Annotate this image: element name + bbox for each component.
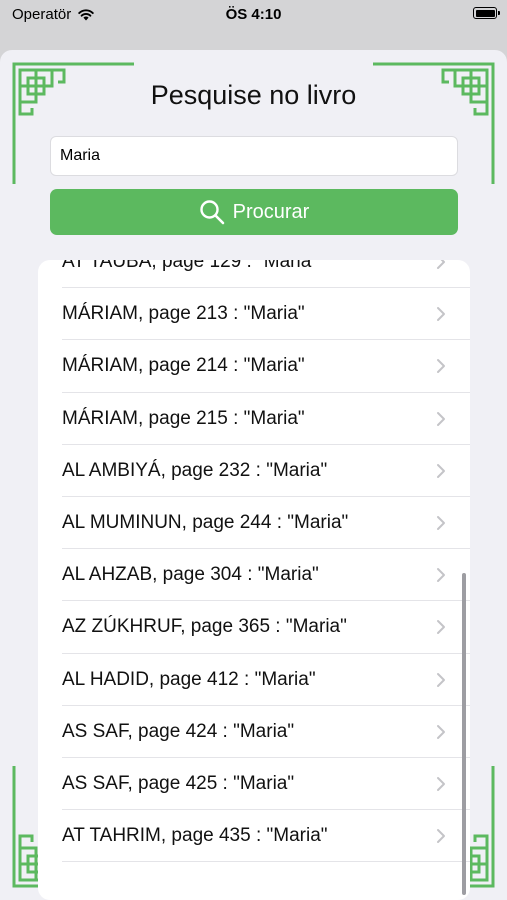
scrollbar[interactable] [462, 573, 466, 895]
chevron-right-icon [437, 672, 445, 687]
search-button[interactable]: Procurar [50, 189, 458, 235]
list-item-label: AT TAHRIM, page 435 : "Maria" [62, 825, 328, 847]
chevron-right-icon [437, 724, 445, 739]
search-sheet: Pesquise no livro Procurar AT TAUBA, pag… [0, 50, 507, 900]
chevron-right-icon [437, 568, 445, 583]
chevron-right-icon [437, 620, 445, 635]
list-item[interactable]: AL AMBIYÁ, page 232 : "Maria" [38, 445, 470, 498]
chevron-right-icon [437, 411, 445, 426]
list-item-label: AL HADID, page 412 : "Maria" [62, 668, 316, 690]
search-input[interactable] [50, 136, 458, 176]
chevron-right-icon [437, 516, 445, 531]
chevron-right-icon [437, 359, 445, 374]
list-item-label: AL AMBIYÁ, page 232 : "Maria" [62, 459, 328, 481]
results-list[interactable]: AT TAUBA, page 129 : "Maria" MÁRIAM, page… [38, 260, 470, 900]
list-item[interactable]: AL AHZAB, page 304 : "Maria" [38, 549, 470, 602]
list-item-label: AS SAF, page 424 : "Maria" [62, 720, 295, 742]
chevron-right-icon [437, 463, 445, 478]
list-item[interactable]: MÁRIAM, page 214 : "Maria" [38, 340, 470, 393]
list-item-label: MÁRIAM, page 214 : "Maria" [62, 355, 305, 377]
list-item[interactable]: AZ ZÚKHRUF, page 365 : "Maria" [38, 601, 470, 654]
status-bar: Operatör ÖS 4:10 [0, 0, 507, 30]
list-item[interactable]: AS SAF, page 424 : "Maria" [38, 706, 470, 759]
list-item-label: MÁRIAM, page 213 : "Maria" [62, 303, 305, 325]
list-item-label: MÁRIAM, page 215 : "Maria" [62, 407, 305, 429]
list-item[interactable]: AT TAHRIM, page 435 : "Maria" [38, 810, 470, 863]
chevron-right-icon [437, 307, 445, 322]
list-item[interactable]: AS SAF, page 425 : "Maria" [38, 758, 470, 811]
list-item[interactable]: MÁRIAM, page 215 : "Maria" [38, 393, 470, 445]
list-item[interactable]: AL MUMINUN, page 244 : "Maria" [38, 497, 470, 550]
battery-icon [473, 7, 500, 19]
list-item-label: AL AHZAB, page 304 : "Maria" [62, 564, 319, 586]
search-button-label: Procurar [232, 200, 310, 223]
chevron-right-icon [437, 829, 445, 844]
results-list-content: AT TAUBA, page 129 : "Maria" MÁRIAM, page… [38, 260, 470, 863]
list-item[interactable]: AL HADID, page 412 : "Maria" [38, 654, 470, 706]
search-icon [199, 200, 224, 225]
chevron-right-icon [437, 776, 445, 791]
list-item-label: AS SAF, page 425 : "Maria" [62, 772, 295, 794]
list-item[interactable]: MÁRIAM, page 213 : "Maria" [38, 288, 470, 341]
status-time: ÖS 4:10 [225, 6, 282, 23]
list-item-label: AZ ZÚKHRUF, page 365 : "Maria" [62, 616, 347, 638]
chevron-right-icon [437, 260, 445, 270]
list-item[interactable]: AT TAUBA, page 129 : "Maria" [38, 260, 470, 289]
page-title: Pesquise no livro [150, 80, 357, 110]
list-item-label: AT TAUBA, page 129 : "Maria" [62, 260, 319, 273]
list-item-label: AL MUMINUN, page 244 : "Maria" [62, 512, 349, 534]
